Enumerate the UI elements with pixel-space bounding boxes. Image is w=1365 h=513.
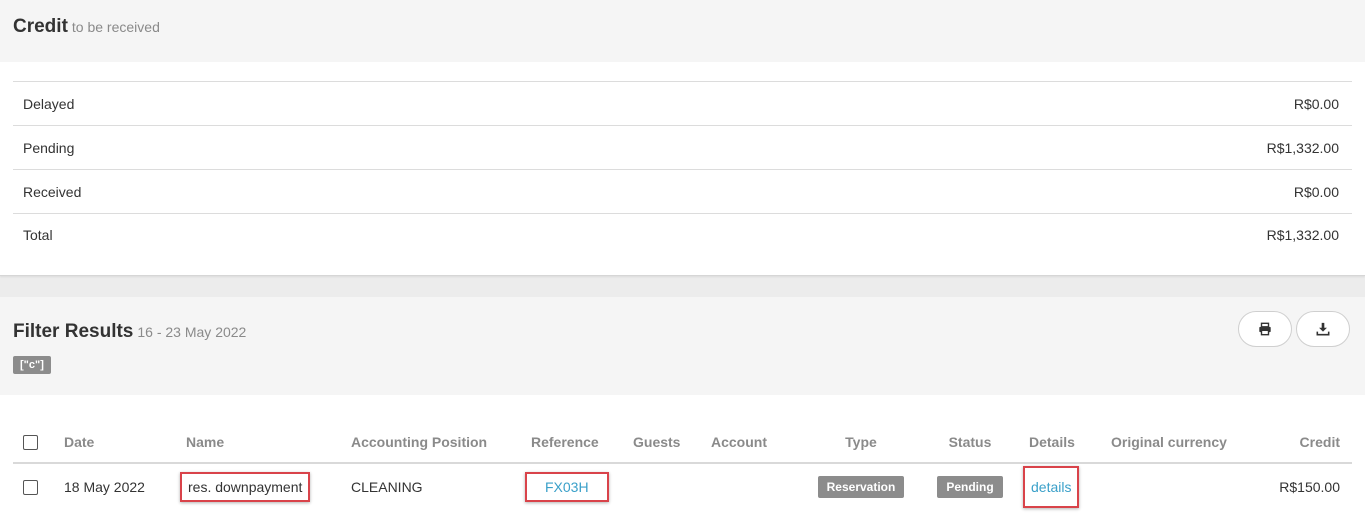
download-button[interactable] <box>1296 311 1350 347</box>
summary-row-delayed: Delayed R$0.00 <box>13 81 1352 125</box>
header-type[interactable]: Type <box>805 421 917 464</box>
summary-label: Pending <box>23 139 75 156</box>
cell-status: Pending <box>917 463 1023 509</box>
summary-value: R$0.00 <box>1293 95 1339 112</box>
cell-account <box>705 463 805 509</box>
header-status[interactable]: Status <box>917 421 1023 464</box>
filter-date-range: 16 - 23 May 2022 <box>137 324 247 340</box>
type-badge: Reservation <box>817 475 905 498</box>
credit-subtitle: to be received <box>71 19 160 35</box>
row-select-cell[interactable] <box>13 463 58 509</box>
name-highlight: res. downpayment <box>180 471 311 502</box>
header-reference[interactable]: Reference <box>525 421 627 464</box>
header-select-all[interactable] <box>13 421 58 464</box>
credit-title: Credit <box>13 16 68 37</box>
filter-results-title: Filter Results <box>13 321 134 342</box>
summary-value: R$1,332.00 <box>1266 226 1339 243</box>
credit-summary: Delayed R$0.00 Pending R$1,332.00 Receiv… <box>13 81 1352 255</box>
summary-label: Total <box>23 226 53 243</box>
header-guests[interactable]: Guests <box>627 421 705 464</box>
print-button[interactable] <box>1238 311 1292 347</box>
summary-row-pending: Pending R$1,332.00 <box>13 125 1352 169</box>
table-header-row: Date Name Accounting Position Reference … <box>13 421 1352 464</box>
cell-reference: FX03H <box>525 463 627 509</box>
header-details: Details <box>1023 421 1105 464</box>
table-row: 18 May 2022 res. downpayment CLEANING FX… <box>13 463 1352 509</box>
print-icon <box>1259 322 1271 336</box>
cell-accounting-position: CLEANING <box>351 478 423 495</box>
filter-results-panel: Filter Results 16 - 23 May 2022 ["c"] Dat… <box>0 297 1365 513</box>
summary-label: Received <box>23 183 82 200</box>
cell-type: Reservation <box>805 463 917 509</box>
header-account[interactable]: Account <box>705 421 805 464</box>
summary-value: R$1,332.00 <box>1266 139 1339 156</box>
filter-results-header: Filter Results 16 - 23 May 2022 ["c"] <box>0 297 1365 395</box>
status-badge: Pending <box>937 475 1003 498</box>
header-name[interactable]: Name <box>180 421 345 464</box>
header-original-currency[interactable]: Original currency <box>1105 421 1255 464</box>
results-table: Date Name Accounting Position Reference … <box>13 421 1352 509</box>
summary-value: R$0.00 <box>1293 183 1339 200</box>
select-all-checkbox[interactable] <box>23 434 38 450</box>
row-checkbox[interactable] <box>23 479 38 495</box>
header-date[interactable]: Date <box>58 421 180 464</box>
credit-header: Credit to be received <box>0 0 1365 62</box>
download-icon <box>1316 322 1330 336</box>
credit-panel: Credit to be received Delayed R$0.00 Pend… <box>0 0 1365 276</box>
cell-name: res. downpayment <box>180 463 345 509</box>
cell-details: details <box>1023 463 1105 509</box>
details-link[interactable]: details <box>1031 479 1071 495</box>
summary-row-total: Total R$1,332.00 <box>13 213 1352 255</box>
cell-credit: R$150.00 <box>1279 478 1340 495</box>
summary-label: Delayed <box>23 95 75 112</box>
reference-highlight: FX03H <box>525 471 609 502</box>
details-highlight: details <box>1023 465 1080 508</box>
header-credit[interactable]: Credit <box>1255 421 1352 464</box>
cell-date: 18 May 2022 <box>64 478 145 495</box>
filter-tag[interactable]: ["c"] <box>13 356 51 374</box>
cell-guests <box>627 463 705 509</box>
summary-row-received: Received R$0.00 <box>13 169 1352 213</box>
header-accounting-position[interactable]: Accounting Position <box>345 421 525 464</box>
cell-original-currency <box>1105 463 1255 509</box>
reference-link[interactable]: FX03H <box>545 479 589 495</box>
